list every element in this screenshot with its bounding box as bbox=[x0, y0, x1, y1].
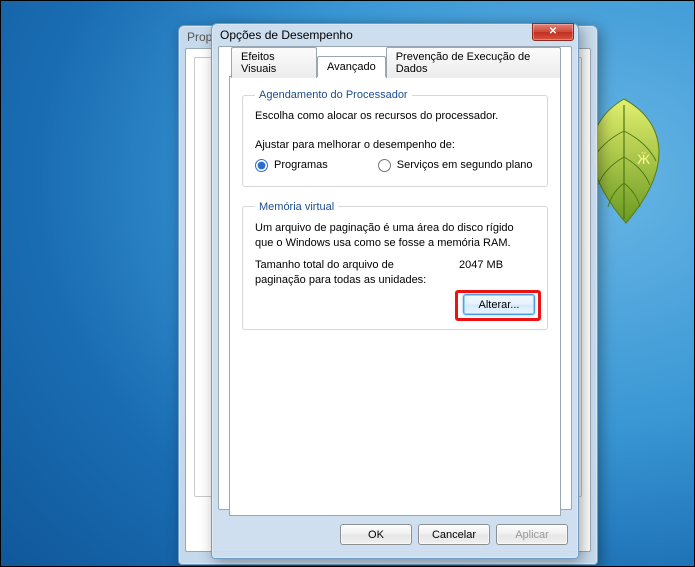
close-icon: ✕ bbox=[549, 27, 557, 37]
dialog-client: Efeitos Visuais Avançado Prevenção de Ex… bbox=[218, 46, 572, 510]
performance-options-dialog: Opções de Desempenho ✕ Efeitos Visuais A… bbox=[211, 23, 579, 559]
cancel-button[interactable]: Cancelar bbox=[418, 524, 490, 545]
processor-scheduling-group: Agendamento do Processador Escolha como … bbox=[242, 89, 548, 187]
tab-advanced[interactable]: Avançado bbox=[317, 56, 386, 77]
titlebar[interactable]: Opções de Desempenho ✕ bbox=[212, 24, 578, 46]
radio-background-label: Serviços em segundo plano bbox=[397, 159, 533, 171]
tab-visual-effects[interactable]: Efeitos Visuais bbox=[231, 47, 317, 78]
radio-programs[interactable]: Programas bbox=[255, 159, 328, 172]
close-button[interactable]: ✕ bbox=[532, 23, 574, 41]
virtual-memory-legend: Memória virtual bbox=[255, 201, 338, 213]
butterfly-icon: Ӝ bbox=[637, 151, 650, 167]
ok-button[interactable]: OK bbox=[340, 524, 412, 545]
radio-background-services[interactable]: Serviços em segundo plano bbox=[378, 159, 533, 172]
vm-total-label: Tamanho total do arquivo de paginação pa… bbox=[255, 258, 435, 288]
radio-programs-label: Programas bbox=[274, 159, 328, 171]
tab-strip: Efeitos Visuais Avançado Prevenção de Ex… bbox=[231, 55, 561, 77]
apply-button[interactable]: Aplicar bbox=[496, 524, 568, 545]
radio-programs-input[interactable] bbox=[255, 159, 268, 172]
change-button[interactable]: Alterar... bbox=[463, 294, 535, 315]
tab-dep[interactable]: Prevenção de Execução de Dados bbox=[386, 47, 561, 78]
vm-desc: Um arquivo de paginação é uma área do di… bbox=[255, 221, 535, 251]
vm-total-value: 2047 MB bbox=[459, 258, 503, 288]
radio-background-input[interactable] bbox=[378, 159, 391, 172]
dialog-title: Opções de Desempenho bbox=[220, 28, 532, 42]
tab-page-advanced: Agendamento do Processador Escolha como … bbox=[229, 76, 561, 516]
scheduling-desc: Escolha como alocar os recursos do proce… bbox=[255, 109, 535, 124]
dialog-footer: OK Cancelar Aplicar bbox=[212, 516, 578, 545]
virtual-memory-group: Memória virtual Um arquivo de paginação … bbox=[242, 201, 548, 330]
scheduling-adjust-label: Ajustar para melhorar o desempenho de: bbox=[255, 138, 535, 153]
processor-scheduling-legend: Agendamento do Processador bbox=[255, 89, 412, 101]
